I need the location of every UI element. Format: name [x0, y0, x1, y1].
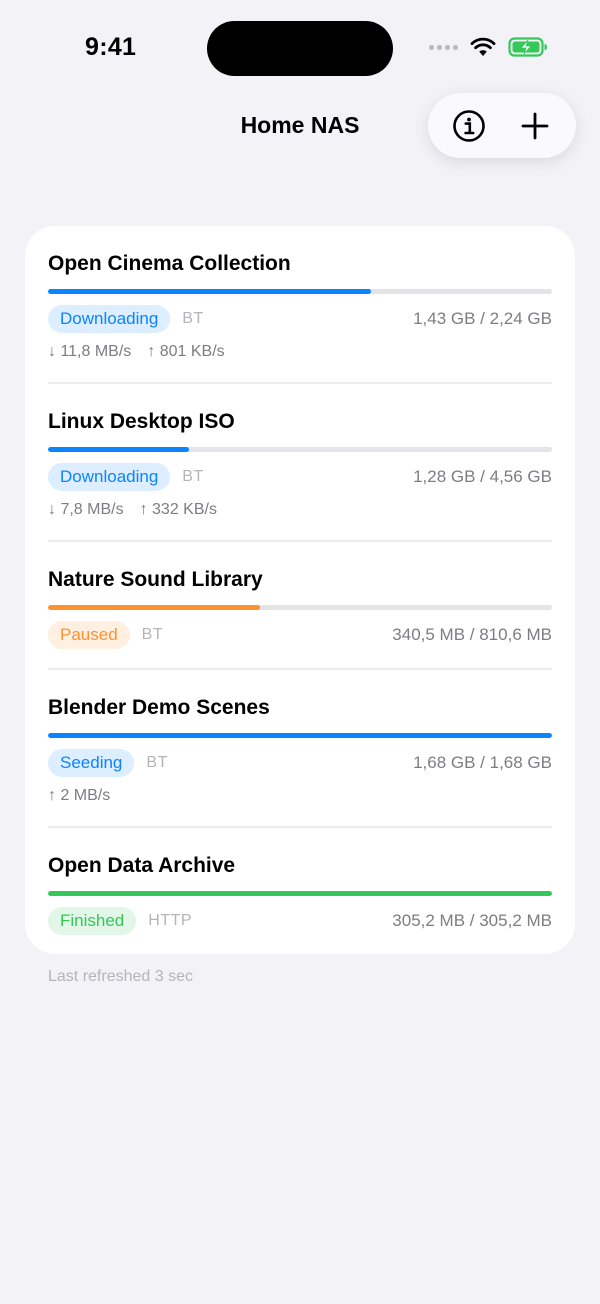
transfer-item[interactable]: Blender Demo Scenes Seeding BT 1,68 GB /… [48, 668, 552, 826]
wifi-icon [470, 37, 496, 56]
progress-track [48, 447, 552, 452]
transfer-speeds: ↓ 11,8 MB/s ↑ 801 KB/s [48, 343, 552, 363]
status-bar: 9:41 [0, 0, 600, 100]
upload-speed: ↑ 2 MB/s [48, 787, 111, 804]
status-badge: Paused [48, 621, 130, 649]
size-label: 340,5 MB / 810,6 MB [392, 625, 552, 644]
transfer-item[interactable]: Open Data Archive Finished HTTP 305,2 MB… [48, 826, 552, 954]
download-speed: ↓ 11,8 MB/s [48, 343, 132, 360]
status-badge: Finished [48, 907, 137, 935]
nav-actions [428, 93, 576, 158]
info-button[interactable] [444, 101, 494, 151]
protocol-label: BT [182, 310, 204, 327]
transfer-item[interactable]: Linux Desktop ISO Downloading BT 1,28 GB… [48, 382, 552, 540]
status-badge: Downloading [48, 463, 171, 491]
battery-charging-icon [508, 37, 547, 57]
transfer-speeds: ↑ 2 MB/s [48, 787, 552, 807]
transfer-list: Open Cinema Collection Downloading BT 1,… [25, 226, 575, 954]
protocol-label: BT [146, 754, 168, 771]
plus-icon [521, 112, 549, 139]
dynamic-island [207, 21, 393, 76]
transfer-item[interactable]: Open Cinema Collection Downloading BT 1,… [48, 226, 552, 382]
progress-fill [48, 447, 190, 452]
transfer-item[interactable]: Nature Sound Library Paused BT 340,5 MB … [48, 540, 552, 668]
progress-fill [48, 289, 371, 294]
size-label: 1,28 GB / 4,56 GB [413, 467, 552, 486]
last-refreshed-label: Last refreshed 3 sec [48, 968, 193, 985]
status-badge: Seeding [48, 749, 135, 777]
progress-track [48, 733, 552, 738]
progress-track [48, 891, 552, 896]
transfer-name: Open Cinema Collection [48, 252, 291, 275]
size-label: 1,43 GB / 2,24 GB [413, 309, 552, 328]
status-badge: Downloading [48, 305, 171, 333]
progress-fill [48, 733, 552, 738]
transfer-speeds: ↓ 7,8 MB/s ↑ 332 KB/s [48, 501, 552, 521]
transfer-name: Nature Sound Library [48, 568, 263, 591]
progress-fill [48, 605, 260, 610]
screen: 9:41 Home NAS Open Cinema Collection Dow… [0, 0, 600, 1304]
progress-track [48, 605, 552, 610]
protocol-label: BT [141, 626, 164, 643]
status-icons [429, 37, 548, 57]
transfer-meta: Downloading BT 1,28 GB / 4,56 GB [48, 463, 552, 491]
status-time: 9:41 [85, 33, 137, 61]
progress-track [48, 289, 552, 294]
transfer-name: Linux Desktop ISO [48, 410, 235, 433]
transfer-meta: Seeding BT 1,68 GB / 1,68 GB [48, 749, 552, 777]
size-label: 1,68 GB / 1,68 GB [413, 753, 552, 772]
transfer-meta: Downloading BT 1,43 GB / 2,24 GB [48, 305, 552, 333]
transfer-name: Open Data Archive [48, 854, 236, 877]
protocol-label: BT [182, 468, 204, 485]
upload-speed: ↑ 801 KB/s [147, 343, 225, 360]
download-speed: ↓ 7,8 MB/s [48, 501, 124, 518]
protocol-label: HTTP [148, 912, 193, 929]
info-circle-icon [453, 109, 485, 142]
transfer-name: Blender Demo Scenes [48, 696, 270, 719]
add-button[interactable] [510, 101, 560, 151]
transfer-meta: Finished HTTP 305,2 MB / 305,2 MB [48, 907, 552, 935]
upload-speed: ↑ 332 KB/s [139, 501, 217, 518]
size-label: 305,2 MB / 305,2 MB [392, 911, 552, 930]
transfer-meta: Paused BT 340,5 MB / 810,6 MB [48, 621, 552, 649]
signal-dots-icon [429, 44, 458, 50]
progress-fill [48, 891, 552, 896]
